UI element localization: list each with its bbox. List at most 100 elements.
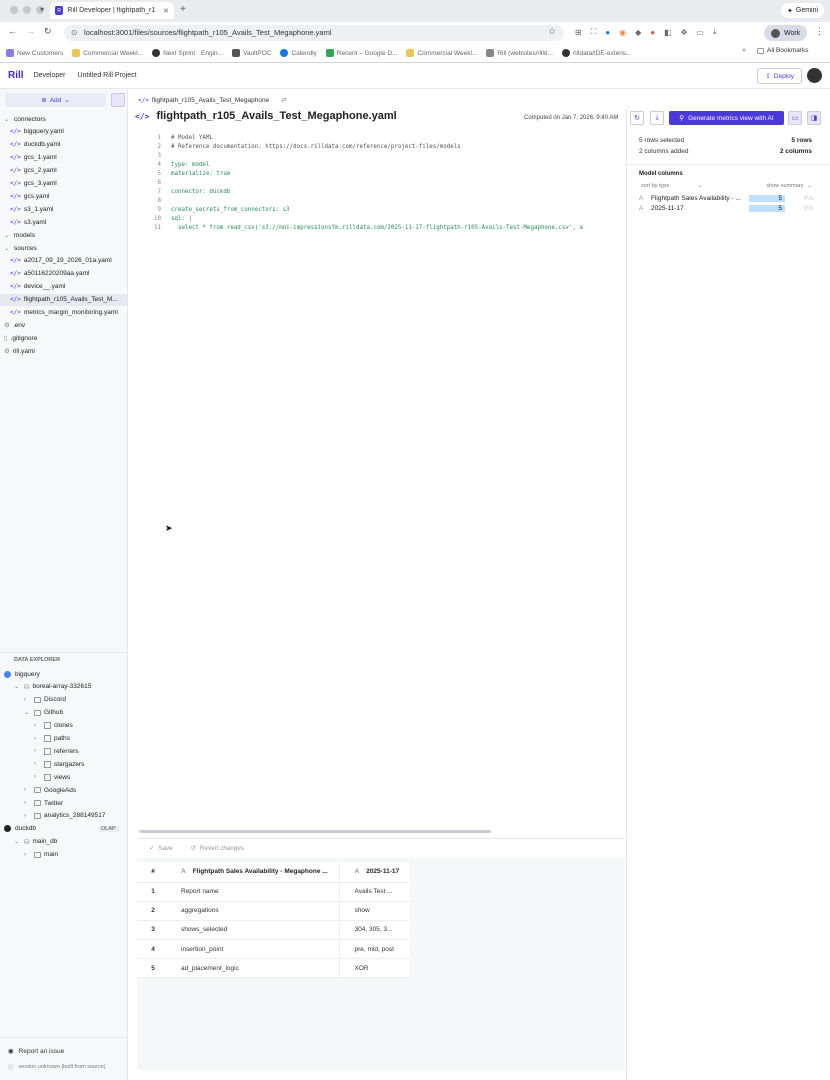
revert-button[interactable]: ↺ Revert changes bbox=[191, 845, 244, 852]
download-button[interactable]: ⤓ bbox=[650, 111, 664, 125]
bookmarks-overflow-icon[interactable]: » bbox=[742, 47, 746, 54]
rill-logo[interactable]: Rill bbox=[8, 70, 24, 81]
bookmark-item[interactable]: New Customers bbox=[6, 49, 63, 57]
gemini-button[interactable]: ✦ Gemini bbox=[781, 3, 825, 18]
explorer-item[interactable]: › main bbox=[24, 849, 58, 861]
table-cell[interactable]: 304, 305, 3... bbox=[339, 920, 409, 941]
toggle-inspector-button[interactable]: ◨ bbox=[807, 111, 821, 125]
tab-search-icon[interactable]: ▾ bbox=[40, 5, 44, 14]
table-cell[interactable]: Report name bbox=[169, 882, 340, 902]
file-item[interactable]: </> gcs_1.yaml bbox=[0, 152, 127, 164]
sidepanel-icon[interactable]: ▭ bbox=[696, 28, 704, 37]
column-header[interactable]: A Flightpath Sales Availability - Megapho… bbox=[169, 862, 340, 883]
file-item[interactable]: </> device__.yaml bbox=[0, 281, 127, 293]
extension-icon[interactable]: ⊞ bbox=[575, 28, 582, 37]
generate-metrics-button[interactable]: ⚲ Generate metrics view with AI bbox=[669, 111, 784, 125]
download-icon[interactable]: ⤓ bbox=[713, 27, 717, 37]
browser-menu-icon[interactable]: ⋮ bbox=[815, 26, 824, 37]
breadcrumb-project[interactable]: Untitled Rill Project bbox=[77, 72, 136, 79]
extension-icon[interactable]: ◆ bbox=[635, 28, 641, 37]
explorer-item[interactable]: › stargazers bbox=[34, 758, 84, 770]
explorer-item[interactable]: › GoogleAds bbox=[24, 784, 76, 796]
file-item[interactable]: </> bigquery.yaml bbox=[0, 126, 127, 138]
extensions-puzzle-icon[interactable]: ✥ bbox=[681, 28, 688, 37]
explorer-item[interactable]: duckdb OLAP bbox=[4, 823, 119, 835]
explorer-item[interactable]: › analytics_288149517 bbox=[24, 810, 105, 822]
save-button[interactable]: ✓ Save bbox=[149, 845, 173, 852]
file-item[interactable]: </> s3_1.yaml bbox=[0, 203, 127, 215]
code-editor[interactable]: 1 # Model YAML 2 # Reference documentation:… bbox=[137, 132, 625, 828]
explorer-item[interactable]: bigquery bbox=[4, 668, 40, 680]
bookmark-item[interactable]: rilldata/IDE-extens... bbox=[561, 49, 631, 57]
bookmark-star-icon[interactable]: ☆ bbox=[548, 26, 556, 37]
horizontal-scrollbar[interactable] bbox=[139, 830, 491, 833]
explorer-item[interactable]: › clones bbox=[34, 720, 73, 732]
folder-item[interactable]: ⌄ models bbox=[0, 229, 127, 241]
tab-close-icon[interactable]: ✕ bbox=[163, 7, 169, 15]
explorer-item[interactable]: ⌄ ⛁ main_db bbox=[14, 836, 57, 848]
explorer-item[interactable]: › views bbox=[34, 771, 70, 783]
back-icon[interactable]: ← bbox=[8, 26, 17, 36]
file-title[interactable]: </> flightpath_r105_Avails_Test_Megaphon… bbox=[135, 110, 397, 122]
explorer-item[interactable]: › Discord bbox=[24, 694, 66, 706]
file-item[interactable]: </> s3.yaml bbox=[0, 216, 127, 228]
file-item[interactable]: </> gcs_2.yaml bbox=[0, 165, 127, 177]
bookmark-item[interactable]: Recent – Google D... bbox=[325, 49, 397, 57]
explorer-item[interactable]: ⌄ Github bbox=[24, 707, 63, 719]
file-item[interactable]: </> gcs.yaml bbox=[0, 190, 127, 202]
model-column-row[interactable]: A Flightpath Sales Availability - ... 5 0% bbox=[639, 195, 819, 202]
explorer-item[interactable]: › paths bbox=[34, 733, 70, 745]
table-cell[interactable]: show bbox=[339, 901, 409, 921]
refresh-button[interactable]: ↻ bbox=[630, 111, 644, 125]
file-item[interactable]: </> a50116220209aa.yaml bbox=[0, 268, 127, 280]
extension-icon[interactable]: ◉ bbox=[619, 28, 626, 37]
table-cell[interactable]: shows_selected bbox=[169, 920, 340, 941]
add-button[interactable]: ⊕ Add ⌄ bbox=[5, 93, 106, 107]
file-item[interactable]: ⚙ .env bbox=[0, 319, 127, 331]
folder-item[interactable]: ⌄ sources bbox=[0, 242, 127, 254]
report-issue-link[interactable]: ◉ Report an issue bbox=[8, 1047, 64, 1056]
bookmark-item[interactable]: Calendly bbox=[280, 49, 317, 57]
extension-icon[interactable]: ● bbox=[650, 28, 655, 37]
sort-dropdown[interactable]: sort by type ⌄ bbox=[641, 183, 702, 189]
profile-button[interactable]: Work bbox=[764, 25, 808, 41]
url-input[interactable]: ⊙ localhost:3001/files/sources/flightpat… bbox=[64, 25, 564, 41]
bookmark-item[interactable]: Rill (websites/rilld... bbox=[486, 49, 553, 57]
explorer-item[interactable]: › Twitter bbox=[24, 797, 63, 809]
table-cell[interactable]: Avails Test ... bbox=[339, 882, 409, 902]
site-info-icon[interactable]: ⊙ bbox=[71, 25, 77, 41]
column-header[interactable]: A 2025-11-17 bbox=[339, 862, 409, 883]
table-cell[interactable]: insertion_point bbox=[169, 939, 340, 960]
table-cell[interactable]: aggregations bbox=[169, 901, 340, 921]
bookmark-item[interactable]: VaultPOC bbox=[232, 49, 271, 57]
extension-icon[interactable]: ● bbox=[605, 28, 610, 37]
folder-item[interactable]: ⌄ connectors bbox=[0, 113, 127, 125]
browser-tab[interactable]: R Rill Developer | flightpath_r1 ✕ bbox=[50, 2, 174, 19]
file-item[interactable]: </> gcs_3.yaml bbox=[0, 178, 127, 190]
deploy-button[interactable]: ⇪ Deploy bbox=[757, 68, 802, 84]
table-cell[interactable]: XOR bbox=[339, 958, 409, 979]
bookmark-item[interactable]: Commercial Weekl... bbox=[72, 49, 143, 57]
explorer-item[interactable]: › referrers bbox=[34, 745, 79, 757]
model-breadcrumb[interactable]: </> flightpath_r105_Avails_Test_Megaphon… bbox=[138, 96, 287, 105]
extension-icon[interactable]: ⛶ bbox=[591, 27, 597, 37]
file-item[interactable]: ⚙ rill.yaml bbox=[0, 345, 127, 357]
bookmark-item[interactable]: Commercial Weekl... bbox=[406, 49, 477, 57]
new-tab-icon[interactable]: + bbox=[180, 4, 186, 15]
explorer-item[interactable]: ⌄ ⛁ boreal-array-332615 bbox=[14, 681, 91, 693]
user-avatar[interactable] bbox=[807, 68, 822, 83]
file-item[interactable]: </> duckdb.yaml bbox=[0, 139, 127, 151]
file-item[interactable]: </> flightpath_r105_Avails_Test_M... bbox=[0, 293, 127, 306]
all-bookmarks[interactable]: All Bookmarks bbox=[757, 47, 809, 54]
table-cell[interactable]: pre, mid, post bbox=[339, 939, 409, 960]
file-item[interactable]: ▯ .gitignore bbox=[0, 332, 127, 344]
forward-icon[interactable]: → bbox=[26, 26, 35, 36]
summary-dropdown[interactable]: show summary ⌄ bbox=[766, 183, 812, 189]
collapse-sidebar-button[interactable] bbox=[111, 93, 125, 107]
extension-icon[interactable]: ◧ bbox=[664, 28, 672, 37]
breadcrumb-developer[interactable]: Developer bbox=[34, 72, 66, 79]
reload-icon[interactable]: ↻ bbox=[44, 26, 52, 37]
file-item[interactable]: </> a2017_09_19_2026_01a.yaml bbox=[0, 255, 127, 267]
bookmark-item[interactable]: Next Sprint · Engin... bbox=[152, 49, 223, 57]
file-item[interactable]: </> metrics_margin_monitoring.yaml bbox=[0, 307, 127, 319]
